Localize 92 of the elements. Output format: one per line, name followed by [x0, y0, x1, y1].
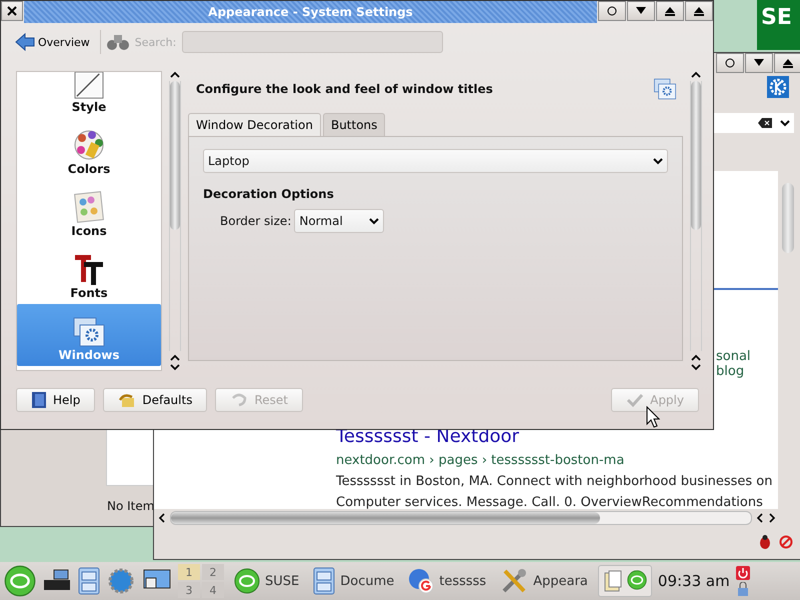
maximize-button[interactable] — [685, 1, 713, 21]
font-letters-icon — [72, 252, 106, 286]
clear-text-icon — [758, 118, 772, 128]
blocked-icon[interactable] — [779, 535, 793, 549]
binoculars-icon — [106, 33, 129, 51]
close-icon — [7, 6, 17, 16]
desktop-pager-button[interactable]: 2 — [202, 564, 224, 580]
category-item[interactable]: Colors — [17, 118, 161, 180]
horizontal-scrollbar[interactable] — [170, 511, 752, 525]
chameleon-logo-icon[interactable] — [626, 570, 647, 590]
chevron-up-icon[interactable] — [170, 354, 180, 361]
search-label: Search: — [134, 36, 176, 48]
circle-icon — [607, 6, 617, 16]
chevron-down-icon — [780, 120, 790, 126]
tab[interactable]: Buttons — [322, 113, 386, 136]
chameleon-logo-icon — [234, 568, 260, 594]
snippet-text: sonal blog — [716, 349, 752, 379]
chevron-up-icon[interactable] — [691, 71, 701, 78]
taskbar-button[interactable]: Appeara — [496, 567, 592, 595]
window-gear-icon — [653, 77, 677, 101]
clock[interactable]: 09:33 am — [658, 572, 730, 590]
desktop-pager-button[interactable]: 1 — [178, 564, 200, 580]
taskbar-button[interactable]: SUSE — [230, 568, 304, 594]
eject-icon — [694, 6, 704, 16]
result-link[interactable]: Tesssssst - Nextdoor — [336, 426, 772, 447]
page-heading: Configure the look and feel of window titles — [196, 82, 493, 96]
minimize-button[interactable] — [627, 1, 655, 21]
desktop-logo: SE — [757, 0, 800, 50]
category-item[interactable]: Windows — [17, 304, 161, 366]
clipboard-icon[interactable] — [602, 570, 623, 592]
eject-icon — [783, 58, 793, 68]
chevron-down-icon — [653, 158, 663, 164]
snippet-text: Computer services. Message. Call. 0. OverviewRecommendations — [336, 495, 764, 510]
maximize-button[interactable] — [774, 53, 800, 73]
vertical-scrollbar[interactable] — [169, 81, 181, 351]
chevron-right-icon[interactable] — [768, 513, 776, 523]
taskbar-button[interactable]: Docume — [309, 567, 398, 595]
down-triangle-icon — [636, 7, 646, 15]
desktop-pager-button[interactable]: 4 — [202, 582, 224, 598]
overview-button[interactable]: Overview — [11, 33, 94, 51]
wrench-screwdriver-icon — [500, 567, 528, 595]
mouse-pointer-icon — [646, 406, 660, 428]
category-item[interactable]: Style — [17, 72, 161, 118]
help-book-icon — [31, 391, 47, 409]
circle-icon — [725, 58, 735, 68]
power-icon[interactable] — [736, 566, 750, 580]
down-triangle-icon — [754, 59, 764, 67]
chevron-down-icon[interactable] — [170, 364, 180, 371]
search-field[interactable] — [182, 31, 444, 53]
chameleon-logo-icon[interactable] — [4, 565, 36, 597]
undo-arrow-icon — [118, 392, 136, 408]
category-item[interactable]: Icons — [17, 180, 161, 242]
file-cabinet-icon[interactable] — [78, 567, 100, 595]
padlock-icon[interactable] — [736, 582, 750, 596]
ladybug-icon[interactable] — [759, 535, 771, 549]
border-size-dropdown[interactable]: Normal — [294, 209, 384, 233]
window-gear-icon — [72, 316, 106, 348]
status-text: No Item — [107, 499, 154, 513]
file-cabinet-icon — [313, 567, 336, 595]
vertical-scrollbar[interactable] — [782, 183, 794, 253]
vertical-scrollbar[interactable] — [690, 81, 702, 351]
eject-icon — [665, 6, 675, 16]
close-button[interactable] — [1, 1, 23, 21]
desktop-pager-button[interactable]: 3 — [178, 582, 200, 598]
chevron-left-icon[interactable] — [756, 513, 764, 523]
minimize-button[interactable] — [745, 53, 773, 73]
tab[interactable]: Window Decoration — [188, 113, 321, 136]
back-arrow-icon — [15, 33, 35, 51]
chevron-up-icon[interactable] — [691, 354, 701, 361]
search-field[interactable] — [714, 113, 794, 133]
chevron-left-icon[interactable] — [158, 513, 166, 523]
globe-g-icon — [408, 568, 434, 594]
taskbar-button[interactable]: tesssss — [404, 568, 490, 594]
globe-gear-icon[interactable] — [106, 566, 136, 596]
snippet-text: Tesssssst in Boston, MA. Connect with neighborhood businesses on — [336, 474, 772, 489]
keep-above-button[interactable] — [656, 1, 684, 21]
decoration-dropdown[interactable]: Laptop — [203, 149, 668, 173]
dialog-button[interactable]: Help — [16, 388, 96, 412]
shade-button[interactable] — [716, 53, 744, 73]
dialog-button[interactable]: Defaults — [103, 388, 208, 412]
chevron-down-icon — [369, 218, 380, 224]
result-url[interactable]: nextdoor.com › pages › tesssssst-boston-ma — [336, 453, 772, 468]
field-label: Border size: — [220, 214, 292, 228]
window-title: Appearance - System Settings — [208, 5, 413, 19]
checkmark-icon — [626, 392, 644, 408]
gear-k-logo-icon — [767, 76, 789, 98]
chevron-down-icon[interactable] — [691, 364, 701, 371]
chevron-up-icon[interactable] — [170, 71, 180, 78]
category-item[interactable]: Fonts — [17, 242, 161, 304]
paint-palette-icon — [72, 128, 106, 162]
section-title: Decoration Options — [203, 187, 335, 201]
shade-button[interactable] — [598, 1, 626, 21]
